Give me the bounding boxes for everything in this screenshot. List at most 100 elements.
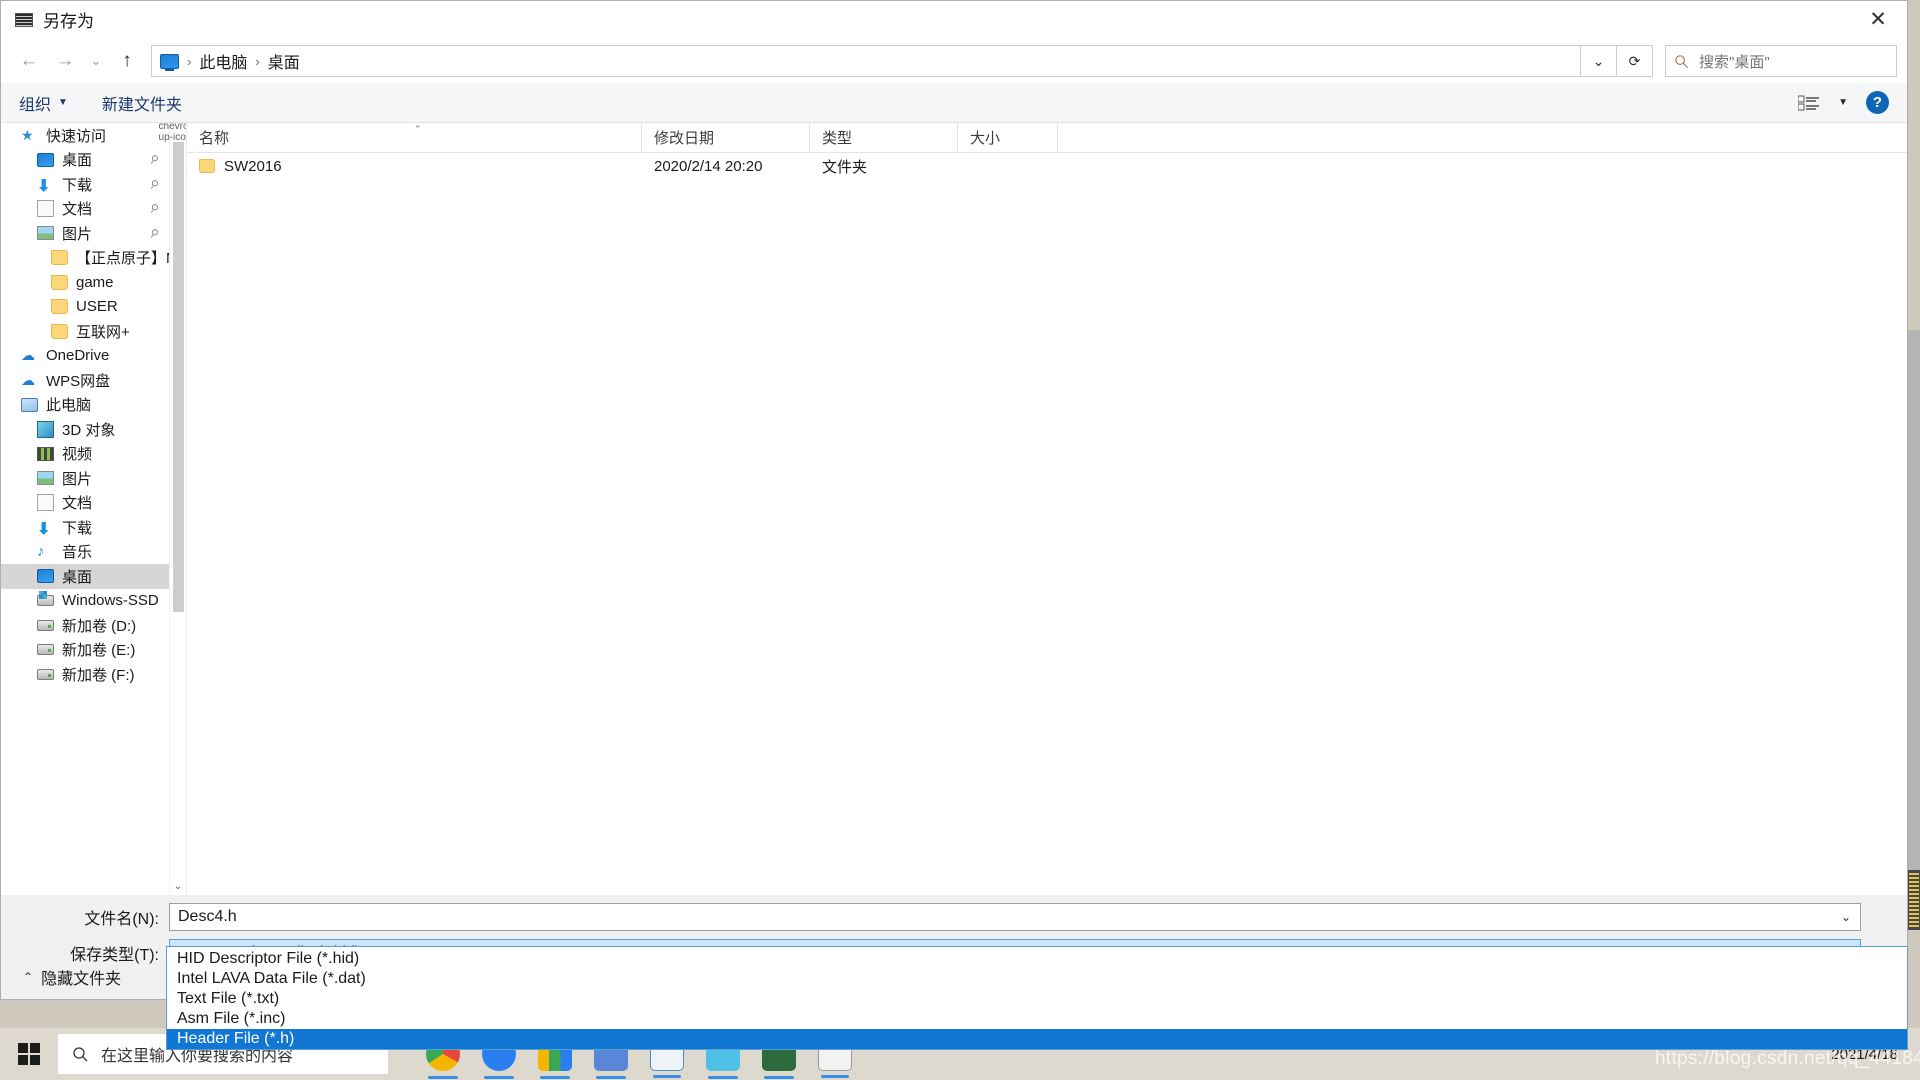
sidebar-item[interactable]: 文档 ⚲ [1,197,186,222]
address-dropdown-icon[interactable]: ⌄ [1581,45,1617,77]
up-button[interactable]: ↑ [109,44,145,78]
filetype-label: 保存类型(T): [70,947,159,964]
pin-icon[interactable]: ⚲ [147,177,161,191]
help-icon[interactable]: ? [1866,91,1889,114]
video-icon [37,446,54,461]
column-header-label: 类型 [822,130,853,147]
sidebar-item[interactable]: 新加卷 (F:) [1,662,186,687]
dropdown-option[interactable]: Header File (*.h) [167,1029,1907,1049]
sidebar-item[interactable]: 【正点原子】Mi [1,246,186,271]
sidebar-item[interactable]: 文档 [1,491,186,516]
sidebar-item[interactable]: 新加卷 (E:) [1,638,186,663]
sort-ascending-icon: ⌃ [414,123,422,134]
sidebar-item[interactable]: 此电脑 [1,393,186,418]
column-header[interactable]: 类型 [810,122,958,153]
recent-locations-button[interactable]: ⌄ [83,44,109,78]
breadcrumb-item-desktop[interactable]: 桌面 [268,49,300,73]
navigation-pane-scrollbar[interactable]: chevron-up-icon ⌄ [159,123,186,895]
scroll-up-icon[interactable]: chevron-up-icon [159,123,186,143]
sidebar-item[interactable]: ♪ 音乐 [1,540,186,565]
sidebar-item[interactable]: 互联网+ [1,319,186,344]
windows-logo-icon [18,1043,40,1065]
sidebar-item-label: 图片 [62,225,93,243]
filetype-dropdown-list[interactable]: HID Descriptor File (*.hid) Intel LAVA Da… [166,946,1908,1050]
folder-icon [199,159,215,173]
sidebar-item[interactable]: 视频 [1,442,186,467]
taskbar-active-underline [596,1076,626,1079]
sidebar-item-label: 视频 [62,446,93,464]
dropdown-option[interactable]: Intel LAVA Data File (*.dat) [167,969,1907,989]
sidebar-item[interactable]: 新加卷 (D:) [1,613,186,638]
dropdown-option[interactable]: HID Descriptor File (*.hid) [167,949,1907,969]
column-header[interactable]: 大小 [958,122,1058,153]
file-type-cell: 文件夹 [822,158,868,176]
sidebar-item-label: 桌面 [62,152,93,170]
filename-input[interactable]: Desc4.h ⌄ [169,903,1861,931]
back-button[interactable]: ← [11,44,47,78]
taskbar-active-underline [428,1076,458,1079]
scroll-down-icon[interactable]: ⌄ [174,878,182,895]
onedrive-icon: ☁ [21,347,35,364]
column-header[interactable]: 修改日期 [642,122,810,153]
filename-value: Desc4.h [178,908,237,925]
view-list-icon[interactable] [1797,95,1820,111]
column-header-row: ⌃ 名称 修改日期 类型 大小 [187,122,1907,153]
dialog-titlebar: 另存为 ✕ [1,1,1907,39]
refresh-icon[interactable]: ⟳ [1617,45,1653,77]
sidebar-item[interactable]: 3D 对象 [1,417,186,442]
scrollbar-thumb[interactable] [1908,870,1920,930]
picture-icon [37,226,54,241]
file-modified-cell: 2020/2/14 20:20 [654,157,763,175]
this-pc-icon [160,53,179,71]
sidebar-item[interactable]: ☁ OneDrive [1,344,186,369]
sidebar-item-label: 文档 [62,201,93,219]
breadcrumb-item-this-pc[interactable]: 此电脑 [199,49,247,73]
new-folder-button[interactable]: 新建文件夹 [102,91,182,115]
sidebar-item-label: 此电脑 [46,397,92,415]
dropdown-option[interactable]: Asm File (*.inc) [167,1009,1907,1029]
sidebar-item[interactable]: 图片 ⚲ [1,221,186,246]
outer-scrollbar[interactable] [1908,330,1920,930]
sidebar-item[interactable]: ⬇ 下载 [1,515,186,540]
chevron-down-icon[interactable]: ⌄ [1832,910,1860,924]
breadcrumb[interactable]: › 此电脑 › 桌面 [151,45,1581,77]
sidebar-item[interactable]: game [1,270,186,295]
forward-button[interactable]: → [47,44,83,78]
sidebar-item[interactable]: 桌面 ⚲ [1,148,186,173]
sidebar-item[interactable]: USER [1,295,186,320]
pin-icon[interactable]: ⚲ [147,152,161,167]
hide-folders-button[interactable]: ⌃ 隐藏文件夹 [23,965,121,989]
table-row[interactable]: SW2016 2020/2/14 20:20 文件夹 [187,153,1907,179]
column-header[interactable]: ⌃ 名称 [187,122,642,153]
taskbar-active-underline [540,1076,570,1079]
sidebar-item[interactable]: 图片 [1,466,186,491]
search-input[interactable]: 搜索"桌面" [1665,45,1897,77]
drive-icon [37,619,54,631]
sidebar-item-label: USER [76,298,118,316]
dropdown-option-label: Intel LAVA Data File (*.dat) [177,970,366,987]
picture-icon [37,471,54,486]
sidebar-item[interactable]: ⬇ 下载 ⚲ [1,172,186,197]
this-pc-icon [21,397,38,412]
pin-icon[interactable]: ⚲ [147,226,161,240]
organize-button[interactable]: 组织 ▼ [19,91,68,115]
view-chevron-down-icon[interactable]: ▼ [1838,97,1848,108]
sidebar-item[interactable]: ☁ WPS网盘 [1,368,186,393]
sidebar-item-label: WPS网盘 [46,372,111,390]
windows-drive-icon [37,591,54,607]
dropdown-option[interactable]: Text File (*.txt) [167,989,1907,1009]
start-button[interactable] [0,1028,58,1080]
file-list-rows: SW2016 2020/2/14 20:20 文件夹 [187,153,1907,895]
close-icon[interactable]: ✕ [1849,1,1907,39]
filename-label: 文件名(N): [84,911,159,928]
sidebar-item-label: 下载 [62,176,93,194]
breadcrumb-separator: › [187,53,192,69]
breadcrumb-separator: › [255,53,260,69]
pin-icon[interactable]: ⚲ [147,201,161,216]
dropdown-option-label: Asm File (*.inc) [177,1010,286,1027]
chevron-down-icon: ▼ [58,97,68,108]
sidebar-item[interactable]: 桌面 [1,564,186,589]
scrollbar-thumb[interactable] [172,142,184,612]
sidebar-item[interactable]: Windows-SSD [1,589,186,614]
music-icon: ♪ [37,543,45,561]
